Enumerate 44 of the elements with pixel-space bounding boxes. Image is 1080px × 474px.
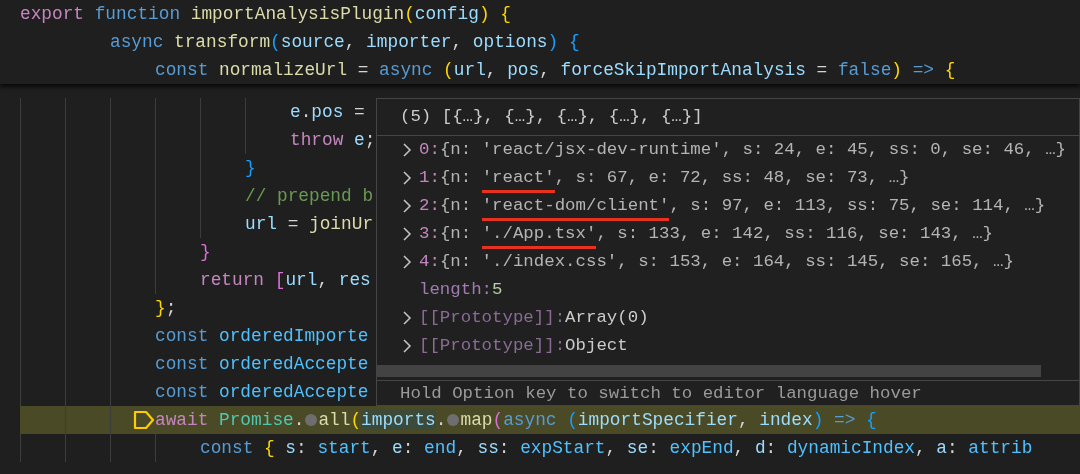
code-line: } xyxy=(200,241,211,264)
property-value: {n: 'react-dom/client', s: 97, e: 113, ss: 75, se: 114, …} xyxy=(439,191,1046,221)
property-key: 3: xyxy=(419,220,440,248)
code-line: const { s: start, e: end, ss: expStart, se: expEnd, d: dynamicIndex, a: attrib xyxy=(200,437,1033,460)
code-line: await Promise. xyxy=(155,409,305,432)
code-line: async transform(source, importer, options) { xyxy=(110,31,580,54)
code-line: } xyxy=(245,157,256,180)
property-value: {n: 'react', s: 67, e: 72, ss: 48, se: 73, …} xyxy=(439,163,910,193)
code-comment: // prepend b xyxy=(245,185,374,208)
property-value: {n: './App.tsx', s: 133, e: 142, ss: 116, se: 143, …} xyxy=(439,219,993,249)
property-value: {n: 'react/jsx-dev-runtime', s: 24, e: 45, ss: 0, se: 46, …} xyxy=(439,139,1067,161)
property-value: Object xyxy=(565,335,628,357)
chevron-icon[interactable] xyxy=(401,142,413,158)
chevron-icon[interactable] xyxy=(401,198,413,214)
property-key: 1: xyxy=(419,164,440,192)
scrollbar[interactable] xyxy=(377,365,1041,377)
property-key: length: xyxy=(419,276,493,304)
code-line: const orderedImporte xyxy=(155,325,369,348)
property-value: 5 xyxy=(492,279,503,301)
code-line: const orderedAccepte xyxy=(155,381,369,404)
property-key: 4: xyxy=(419,248,440,276)
property-key: [[Prototype]]: xyxy=(419,304,566,332)
hover-hint: Hold Option key to switch to editor language hover xyxy=(399,383,922,405)
code-line: return [url, res xyxy=(200,269,371,292)
code-line: const normalizeUrl = async (url, pos, forceSkipImportAnalysis = false) => { xyxy=(155,59,956,82)
code-line: map(async (importSpecifier, index) => { xyxy=(460,409,877,432)
chevron-icon[interactable] xyxy=(401,338,413,354)
chevron-icon[interactable] xyxy=(401,310,413,326)
property-value: {n: './index.css', s: 153, e: 164, ss: 145, se: 165, …} xyxy=(439,251,1014,273)
chevron-icon[interactable] xyxy=(401,170,413,186)
code-line: e.pos = xyxy=(290,101,365,124)
property-key: 2: xyxy=(419,192,440,220)
code-line: url = joinUr xyxy=(245,213,374,236)
property-key: 0: xyxy=(419,136,440,164)
property-key: [[Prototype]]: xyxy=(419,332,566,360)
code-line: }; xyxy=(155,297,177,320)
code-line: const orderedAccepte xyxy=(155,353,369,376)
code-line: export function importAnalysisPlugin(config) { xyxy=(20,3,511,26)
chevron-icon[interactable] xyxy=(401,226,413,242)
code-line: throw e; xyxy=(290,129,376,152)
hover-title: (5) [{…}, {…}, {…}, {…}, {…}] xyxy=(399,106,703,128)
chevron-icon[interactable] xyxy=(401,254,413,270)
breakpoint-icon[interactable] xyxy=(133,410,155,430)
property-value: Array(0) xyxy=(565,307,649,329)
